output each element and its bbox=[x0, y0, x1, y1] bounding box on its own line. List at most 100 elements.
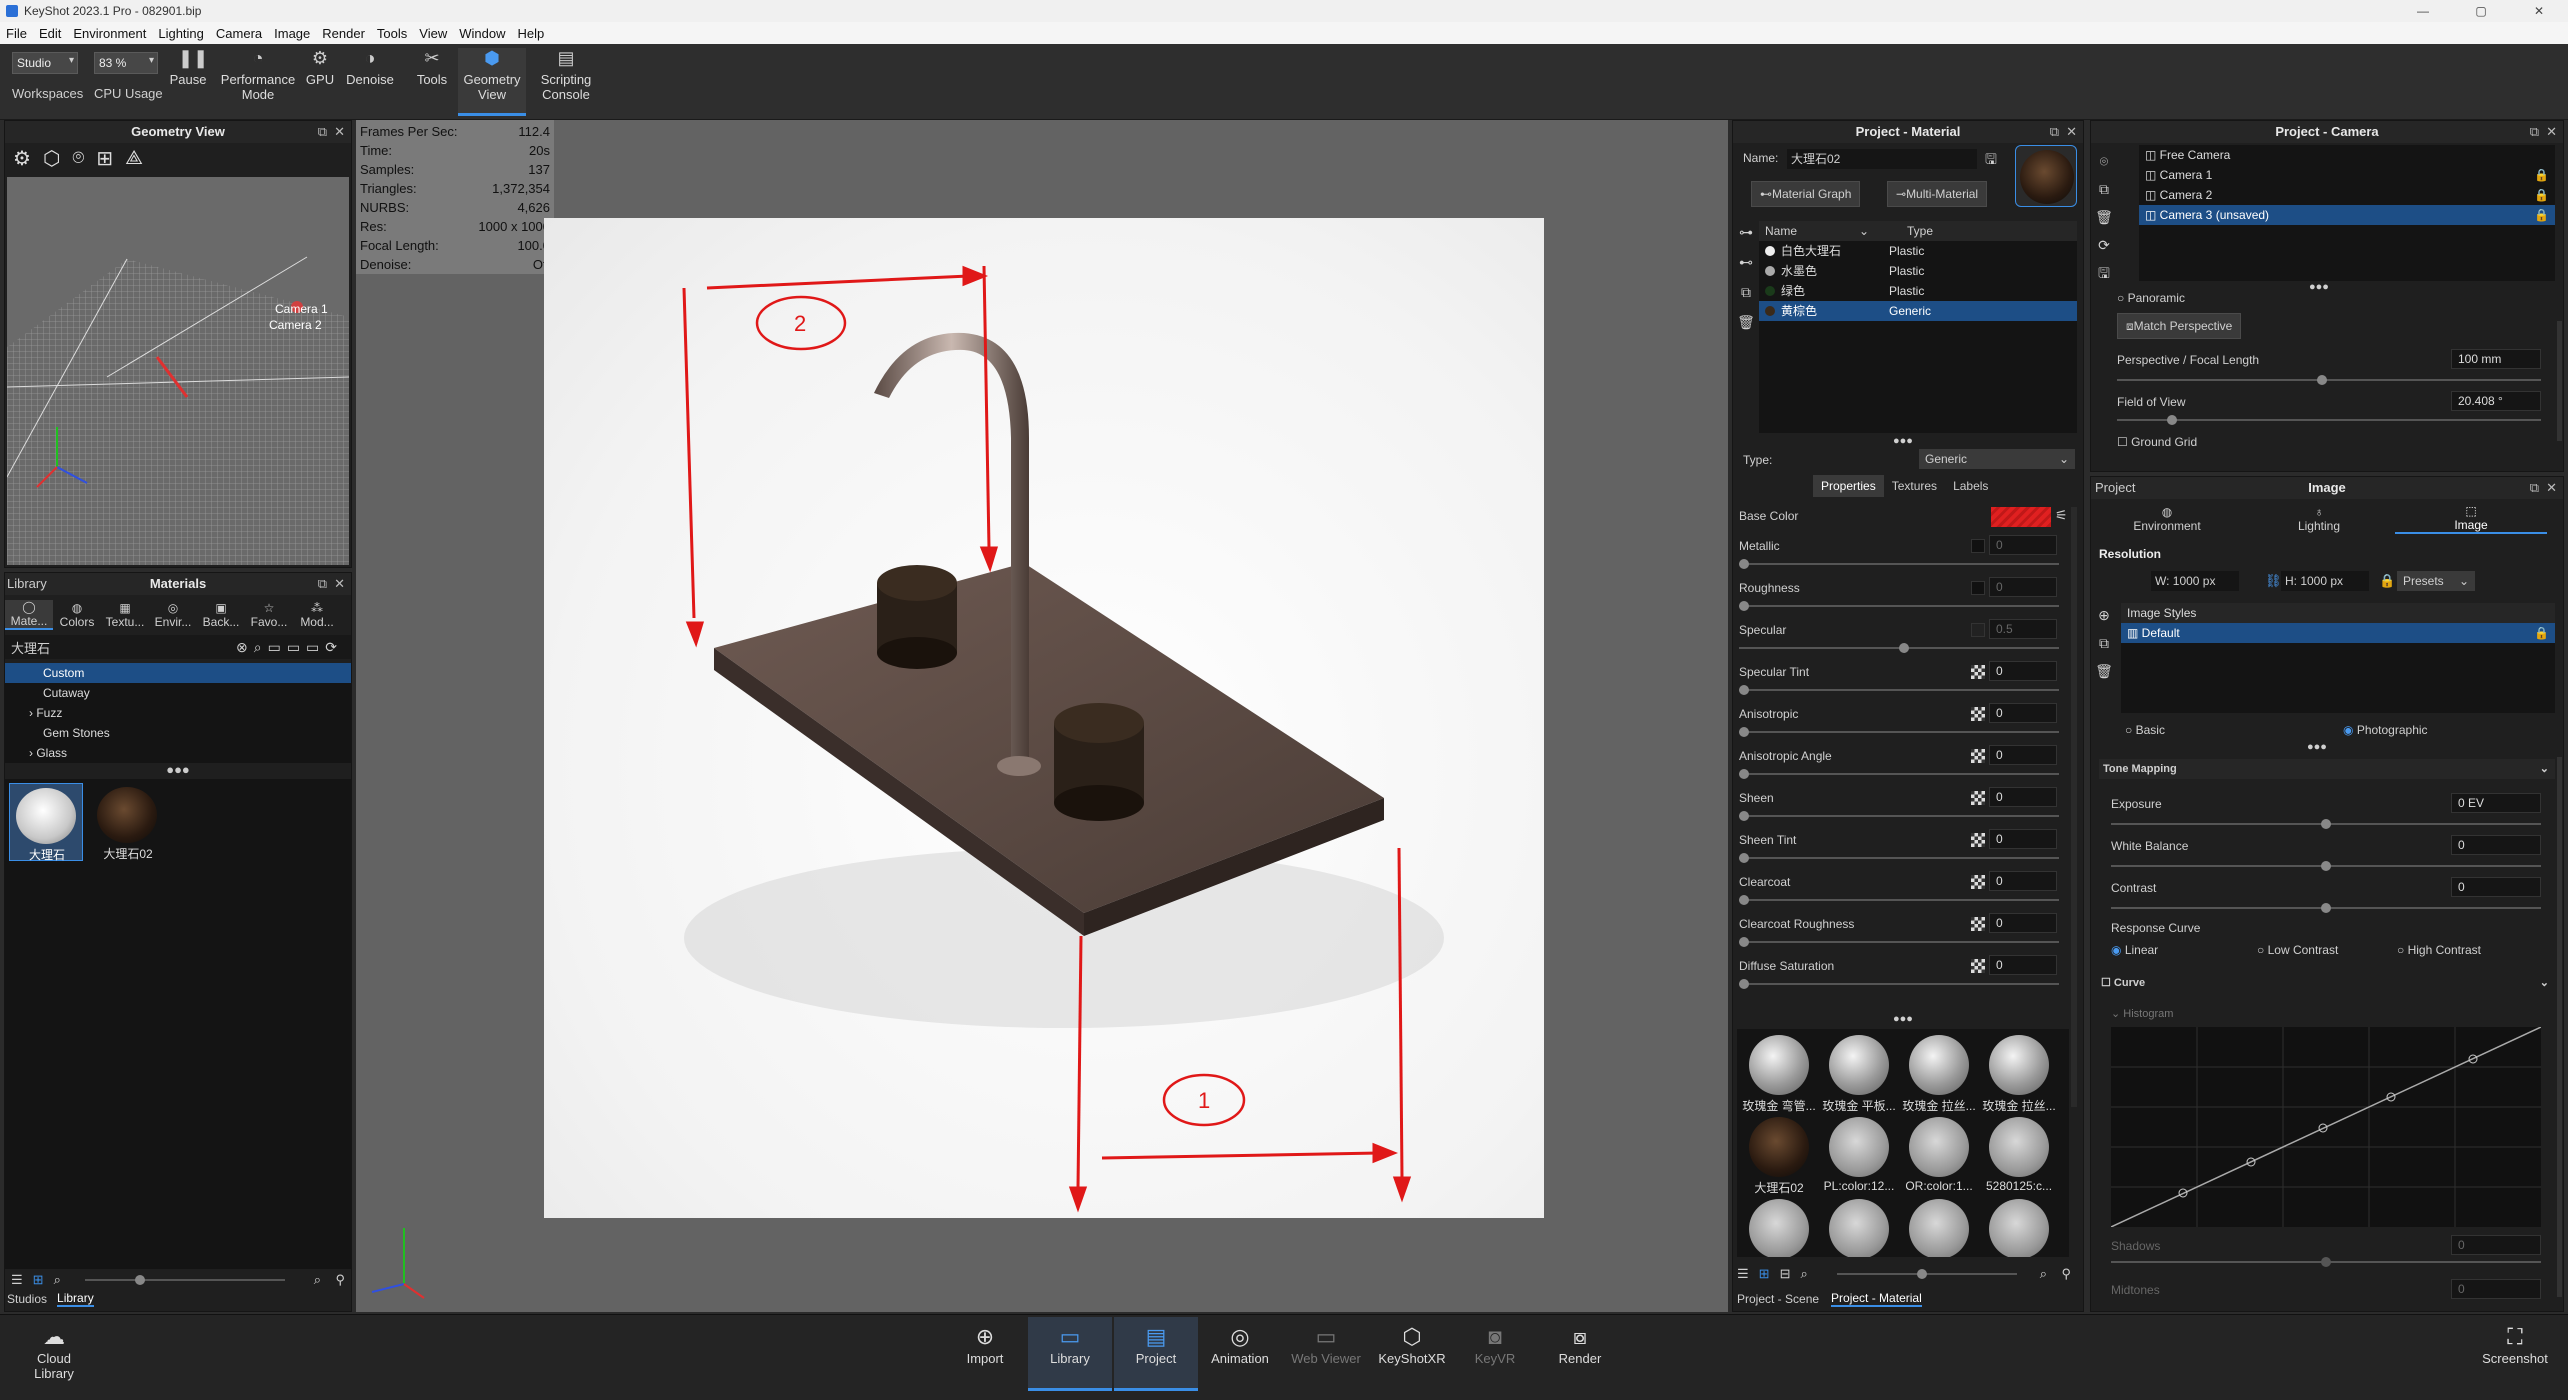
undock-icon[interactable]: ⧉ bbox=[318, 573, 327, 595]
material-ball[interactable] bbox=[1989, 1117, 2049, 1177]
fov-value[interactable]: 20.408 ° bbox=[2451, 391, 2541, 411]
grid-view-icon[interactable]: ⊞ bbox=[1759, 1266, 1770, 1282]
menu-image[interactable]: Image bbox=[268, 26, 316, 41]
filter-icon[interactable]: ⚲ bbox=[2061, 1266, 2071, 1282]
camera-duplicate-icon[interactable]: ⧉ bbox=[2095, 175, 2113, 203]
project-button[interactable]: ▤ Project bbox=[1114, 1317, 1198, 1391]
tab-models[interactable]: ⁂ Mod... bbox=[293, 601, 341, 629]
workspace-select[interactable]: Studio ▾ bbox=[12, 52, 78, 74]
texture-slot-icon[interactable] bbox=[1971, 749, 1985, 763]
refresh-icon[interactable]: ⟳ bbox=[2095, 231, 2113, 259]
properties-scrollbar[interactable] bbox=[2071, 507, 2077, 1107]
material-ball[interactable] bbox=[1829, 1035, 1889, 1095]
tab-studios[interactable]: Studios bbox=[7, 1292, 47, 1306]
specular-slider[interactable] bbox=[1739, 643, 2059, 653]
camera-add-icon[interactable]: ⌾ bbox=[2095, 147, 2113, 175]
texture-slot-icon[interactable] bbox=[1971, 539, 1985, 553]
axis-icon[interactable]: ⟁ bbox=[125, 147, 143, 170]
menu-help[interactable]: Help bbox=[511, 26, 550, 41]
sheen-tint-slider[interactable] bbox=[1739, 853, 2059, 863]
sheen-slider[interactable] bbox=[1739, 811, 2059, 821]
table-row[interactable]: 黄棕色 Generic bbox=[1759, 301, 2077, 321]
list-view-icon[interactable]: ☰ bbox=[11, 1272, 23, 1288]
save-icon[interactable]: 🖫 bbox=[1985, 149, 1997, 173]
presets-select[interactable]: Presets ⌄ bbox=[2397, 571, 2475, 591]
contrast-slider[interactable] bbox=[2111, 903, 2541, 913]
splitter-dots-icon[interactable]: ●●● bbox=[1893, 435, 1913, 447]
import-button[interactable]: ⊕ Import bbox=[950, 1323, 1020, 1366]
tree-item[interactable]: Gem Stones bbox=[5, 723, 351, 743]
curve-header[interactable]: ☐ Curve ⌄ bbox=[2101, 973, 2555, 993]
photographic-radio[interactable]: ◉ Photographic bbox=[2343, 723, 2428, 737]
menu-view[interactable]: View bbox=[413, 26, 453, 41]
thumb-item[interactable]: 大理石 bbox=[9, 783, 83, 862]
material-ball[interactable] bbox=[1749, 1199, 1809, 1257]
material-preview[interactable] bbox=[2015, 145, 2077, 207]
screenshot-button[interactable]: ⛶ Screenshot bbox=[2470, 1323, 2560, 1366]
metallic-value[interactable]: 0 bbox=[1989, 535, 2057, 555]
menu-lighting[interactable]: Lighting bbox=[152, 26, 210, 41]
duplicate-icon[interactable]: ⧉ bbox=[1737, 277, 1755, 307]
sheen-value[interactable]: 0 bbox=[1989, 787, 2057, 807]
camera-fit-icon[interactable]: ⌾ bbox=[72, 147, 84, 170]
material-ball[interactable] bbox=[1749, 1035, 1809, 1095]
material-ball[interactable] bbox=[1989, 1035, 2049, 1095]
material-ball[interactable] bbox=[1909, 1117, 1969, 1177]
trash-icon[interactable]: 🗑 bbox=[2095, 657, 2113, 685]
trash-icon[interactable]: 🗑 bbox=[2095, 203, 2113, 231]
low-contrast-radio[interactable]: ○ Low Contrast bbox=[2257, 943, 2338, 957]
table-row[interactable]: 白色大理石 Plastic bbox=[1759, 241, 2077, 261]
white-balance-value[interactable]: 0 bbox=[2451, 835, 2541, 855]
height-input[interactable]: H: 1000 px bbox=[2281, 571, 2369, 591]
tab-project-material[interactable]: Project - Material bbox=[1831, 1291, 1922, 1307]
sheen-tint-value[interactable]: 0 bbox=[1989, 829, 2057, 849]
close-icon[interactable]: ✕ bbox=[2066, 121, 2077, 143]
tab-backplates[interactable]: ▣ Back... bbox=[197, 601, 245, 629]
trash-icon[interactable]: 🗑 bbox=[1737, 307, 1755, 337]
match-perspective-button[interactable]: ⧈Match Perspective bbox=[2117, 313, 2242, 339]
maximize-button[interactable]: ▢ bbox=[2452, 0, 2510, 22]
tab-properties[interactable]: Properties bbox=[1813, 475, 1884, 497]
base-color-swatch[interactable] bbox=[1991, 507, 2051, 527]
texture-slot-icon[interactable] bbox=[1971, 707, 1985, 721]
exposure-slider[interactable] bbox=[2111, 819, 2541, 829]
duplicate-icon[interactable]: ⧉ bbox=[2095, 629, 2113, 657]
thumb-size-slider[interactable] bbox=[85, 1275, 285, 1285]
cloud-library-button[interactable]: ☁ Cloud Library bbox=[24, 1323, 84, 1381]
lock-icon[interactable]: 🔒 bbox=[2534, 185, 2549, 205]
list-item[interactable]: ◫ Camera 1 🔒 bbox=[2139, 165, 2555, 185]
close-icon[interactable]: ✕ bbox=[334, 121, 345, 143]
fov-slider[interactable] bbox=[2117, 415, 2541, 425]
undock-icon[interactable]: ⧉ bbox=[2530, 121, 2539, 143]
render-button[interactable]: ⧇ Render bbox=[1540, 1323, 1620, 1366]
undock-icon[interactable]: ⧉ bbox=[318, 121, 327, 143]
clearcoat-value[interactable]: 0 bbox=[1989, 871, 2057, 891]
shadows-slider[interactable] bbox=[2111, 1257, 2541, 1267]
tree-item[interactable]: › Fuzz bbox=[5, 703, 351, 723]
material-ball[interactable] bbox=[1749, 1117, 1809, 1177]
keyshotxr-button[interactable]: ⬡ KeyShotXR bbox=[1370, 1323, 1454, 1366]
anisotropic-value[interactable]: 0 bbox=[1989, 703, 2057, 723]
add-style-icon[interactable]: ⊕ bbox=[2095, 601, 2113, 629]
lock-icon[interactable]: 🔒 bbox=[2379, 573, 2395, 589]
material-name-input[interactable]: 大理石02 bbox=[1787, 149, 1977, 169]
list-item[interactable]: ▥ Default 🔒 bbox=[2121, 623, 2555, 643]
diffuse-saturation-slider[interactable] bbox=[1739, 979, 2059, 989]
settings-gear-icon[interactable]: ⚙ bbox=[13, 146, 31, 171]
close-icon[interactable]: ✕ bbox=[2546, 477, 2557, 499]
link-icon[interactable]: ⛓ bbox=[2265, 573, 2282, 589]
clearcoat-slider[interactable] bbox=[1739, 895, 2059, 905]
tab-materials[interactable]: ◯ Mate... bbox=[5, 600, 53, 630]
specular-tint-slider[interactable] bbox=[1739, 685, 2059, 695]
denoise-button[interactable]: ◑ Denoise bbox=[342, 48, 398, 87]
high-contrast-radio[interactable]: ○ High Contrast bbox=[2397, 943, 2481, 957]
diffuse-saturation-value[interactable]: 0 bbox=[1989, 955, 2057, 975]
focal-length-slider[interactable] bbox=[2117, 375, 2541, 385]
texture-slot-icon[interactable] bbox=[1971, 959, 1985, 973]
list-item[interactable]: ◫ Camera 3 (unsaved) 🔒 bbox=[2139, 205, 2555, 225]
library-search[interactable]: 大理石 ⊗⌕▭▭▭⟳ bbox=[5, 635, 351, 659]
material-ball[interactable] bbox=[1909, 1199, 1969, 1257]
width-input[interactable]: W: 1000 px bbox=[2151, 571, 2239, 591]
exposure-value[interactable]: 0 EV bbox=[2451, 793, 2541, 813]
zoom-out-icon[interactable]: ⌕ bbox=[54, 1272, 61, 1288]
